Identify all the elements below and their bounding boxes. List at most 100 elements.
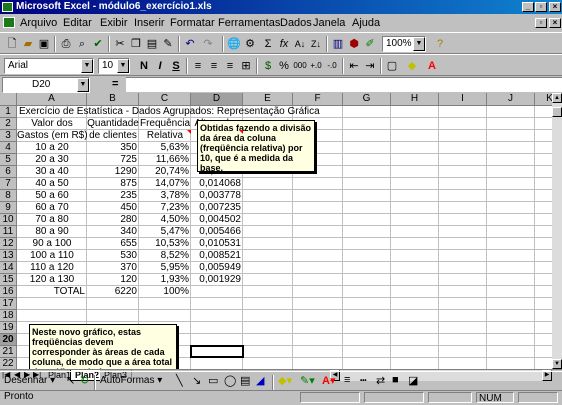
rectangle-icon[interactable]: ▭ xyxy=(208,374,218,387)
data-cell[interactable]: 450 xyxy=(87,202,139,214)
help-icon[interactable]: ? xyxy=(432,36,448,52)
cut-icon[interactable]: ✂ xyxy=(112,36,128,52)
decrease-decimal-icon[interactable]: -.0 xyxy=(324,58,340,74)
row-header[interactable]: 8 xyxy=(0,190,17,202)
borders-icon[interactable]: ▢ xyxy=(384,58,400,74)
undo-icon[interactable]: ↶ xyxy=(182,36,198,52)
grid-cell[interactable] xyxy=(243,322,293,334)
grid-cell[interactable] xyxy=(439,286,487,298)
data-cell[interactable]: 5,95% xyxy=(139,262,191,274)
data-cell[interactable]: 120 xyxy=(87,274,139,286)
grid-cell[interactable] xyxy=(391,346,439,358)
row-header[interactable]: 15 xyxy=(0,274,17,286)
grid-cell[interactable] xyxy=(439,178,487,190)
grid-cell[interactable] xyxy=(343,298,391,310)
grid-cell[interactable] xyxy=(391,154,439,166)
grid-cell[interactable] xyxy=(487,118,535,130)
row-header[interactable]: 20 xyxy=(0,334,17,346)
grid-cell[interactable] xyxy=(243,190,293,202)
grid-cell[interactable] xyxy=(243,250,293,262)
data-cell[interactable]: 20,74% xyxy=(139,166,191,178)
grid-cell[interactable] xyxy=(439,202,487,214)
column-header[interactable]: A xyxy=(17,93,87,106)
grid-cell[interactable] xyxy=(293,178,343,190)
grid-cell[interactable] xyxy=(487,190,535,202)
grid-cell[interactable] xyxy=(343,154,391,166)
grid-cell[interactable] xyxy=(243,298,293,310)
row-header[interactable]: 5 xyxy=(0,154,17,166)
data-cell[interactable]: 80 a 90 xyxy=(17,226,87,238)
chevron-down-icon[interactable]: ▼ xyxy=(77,78,89,92)
textbox-icon[interactable]: ▤ xyxy=(240,374,250,387)
name-box[interactable]: D20 ▼ xyxy=(2,77,90,93)
data-cell[interactable]: 70 a 80 xyxy=(17,214,87,226)
grid-cell[interactable] xyxy=(535,142,552,154)
row-header[interactable]: 4 xyxy=(0,142,17,154)
grid-cell[interactable] xyxy=(487,310,535,322)
zoom-select[interactable]: 100% ▼ xyxy=(382,36,426,52)
grid-cell[interactable] xyxy=(439,274,487,286)
data-cell[interactable]: 0,008521 xyxy=(191,250,243,262)
grid-cell[interactable] xyxy=(391,262,439,274)
grid-cell[interactable] xyxy=(343,310,391,322)
data-cell[interactable]: 0,005466 xyxy=(191,226,243,238)
data-cell[interactable]: 30 a 40 xyxy=(17,166,87,178)
font-select[interactable]: Arial ▼ xyxy=(4,58,94,74)
chevron-down-icon[interactable]: ▼ xyxy=(81,59,93,73)
menu-exibir[interactable]: Exibir xyxy=(100,17,128,29)
grid-cell[interactable] xyxy=(439,322,487,334)
grid-cell[interactable] xyxy=(439,190,487,202)
wordart-icon[interactable]: ◢ xyxy=(256,374,264,387)
bold-button[interactable]: N xyxy=(136,58,152,74)
grid-cell[interactable] xyxy=(391,274,439,286)
grid-cell[interactable] xyxy=(535,178,552,190)
grid-cell[interactable] xyxy=(391,166,439,178)
oval-icon[interactable]: ◯ xyxy=(224,374,236,387)
italic-button[interactable]: I xyxy=(152,58,168,74)
minimize-button[interactable]: _ xyxy=(522,2,534,12)
grid-cell[interactable] xyxy=(293,262,343,274)
menu-janela[interactable]: Janela xyxy=(313,17,345,29)
grid-cell[interactable] xyxy=(343,226,391,238)
column-header[interactable]: K xyxy=(535,93,552,106)
menu-formatar[interactable]: Formatar xyxy=(170,17,215,29)
grid-cell[interactable] xyxy=(439,310,487,322)
underline-button[interactable]: S xyxy=(168,58,184,74)
data-cell[interactable]: de clientes xyxy=(87,130,139,142)
grid-cell[interactable] xyxy=(439,334,487,346)
data-cell[interactable]: 10 a 20 xyxy=(17,142,87,154)
row-header[interactable]: 12 xyxy=(0,238,17,250)
maximize-button[interactable]: ▫ xyxy=(535,2,547,12)
grid-cell[interactable] xyxy=(87,298,139,310)
grid-cell[interactable] xyxy=(191,358,243,369)
column-header[interactable]: D xyxy=(191,93,243,106)
grid-cell[interactable] xyxy=(293,310,343,322)
grid-cell[interactable] xyxy=(293,202,343,214)
data-cell[interactable]: 8,52% xyxy=(139,250,191,262)
data-cell[interactable]: 235 xyxy=(87,190,139,202)
thousands-icon[interactable]: 000 xyxy=(292,58,308,74)
grid-cell[interactable] xyxy=(293,190,343,202)
row-header[interactable]: 2 xyxy=(0,118,17,130)
row-header[interactable]: 19 xyxy=(0,322,17,334)
grid-cell[interactable] xyxy=(391,238,439,250)
grid-cell[interactable] xyxy=(487,154,535,166)
grid-cell[interactable] xyxy=(535,250,552,262)
row-header[interactable]: 21 xyxy=(0,346,17,358)
grid-cell[interactable] xyxy=(439,250,487,262)
currency-icon[interactable]: $ xyxy=(260,58,276,74)
grid-cell[interactable] xyxy=(487,358,535,369)
data-cell[interactable]: 5,47% xyxy=(139,226,191,238)
grid-cell[interactable] xyxy=(535,238,552,250)
grid-cell[interactable] xyxy=(535,346,552,358)
grid-cell[interactable] xyxy=(243,202,293,214)
data-cell[interactable]: 0,005949 xyxy=(191,262,243,274)
grid-cell[interactable] xyxy=(487,274,535,286)
grid-cell[interactable] xyxy=(191,322,243,334)
format-painter-icon[interactable]: ✎ xyxy=(160,36,176,52)
grid-cell[interactable] xyxy=(343,190,391,202)
grid-cell[interactable] xyxy=(391,322,439,334)
data-cell[interactable]: TOTAL xyxy=(17,286,87,298)
grid-cell[interactable] xyxy=(139,298,191,310)
data-cell[interactable]: 0,004502 xyxy=(191,214,243,226)
